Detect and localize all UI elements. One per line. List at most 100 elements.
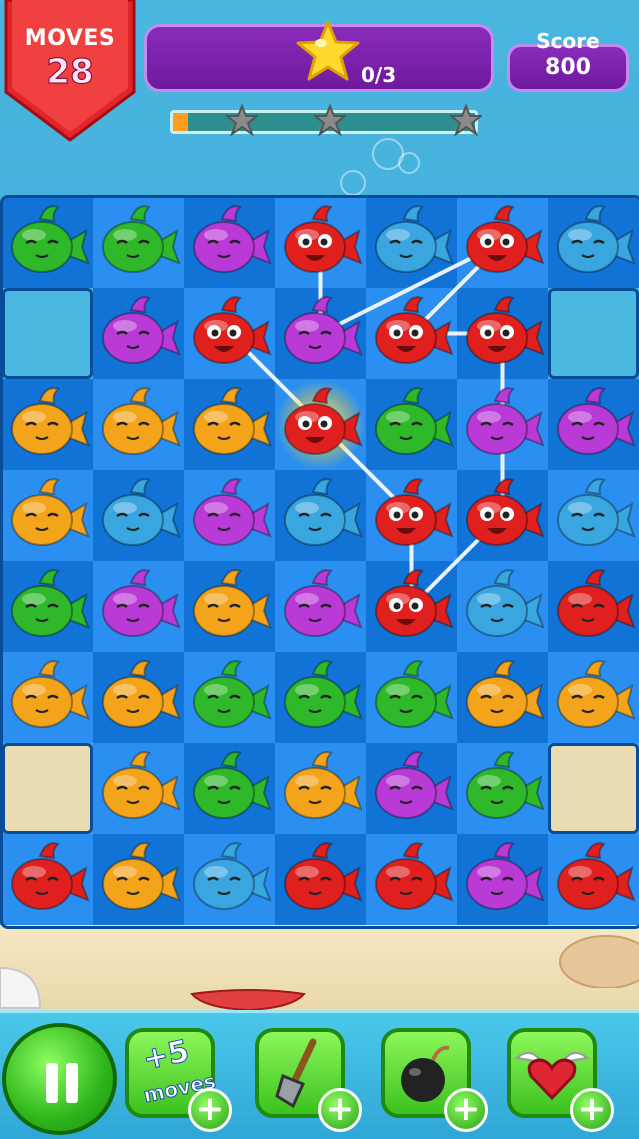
purple-fish-piece[interactable] [457,834,548,925]
score-label: Score [536,29,600,53]
game-board [0,195,639,929]
orange-fish-icon [11,478,90,546]
orange-fish-piece[interactable] [184,379,275,470]
moves-label: MOVES [24,26,116,51]
orange-fish-piece[interactable] [275,743,366,834]
blue-fish-icon [284,478,363,546]
green-fish-piece[interactable] [184,652,275,743]
red-fish-icon [284,387,363,455]
moves-counter: MOVES 28 [4,0,136,142]
red-fish-piece[interactable] [366,288,457,379]
blue-fish-piece[interactable] [275,470,366,561]
orange-fish-piece[interactable] [2,470,93,561]
blue-fish-piece[interactable] [93,470,184,561]
purple-fish-icon [466,387,545,455]
red-fish-piece[interactable] [184,288,275,379]
red-fish-piece[interactable] [548,561,639,652]
purple-fish-icon [284,569,363,637]
goal-count: 0/3 [361,63,397,87]
purple-fish-piece[interactable] [184,470,275,561]
red-fish-piece[interactable] [275,379,366,470]
orange-fish-piece[interactable] [93,743,184,834]
green-fish-icon [375,387,454,455]
progress-fill [173,113,189,131]
red-fish-icon [11,842,90,910]
red-fish-piece[interactable] [457,197,548,288]
red-fish-piece[interactable] [2,834,93,925]
green-fish-piece[interactable] [366,652,457,743]
blue-fish-icon [557,205,636,273]
red-fish-piece[interactable] [548,834,639,925]
green-fish-piece[interactable] [2,197,93,288]
orange-fish-piece[interactable] [548,652,639,743]
purple-fish-piece[interactable] [366,743,457,834]
red-fish-piece[interactable] [275,834,366,925]
red-fish-piece[interactable] [457,470,548,561]
purple-fish-piece[interactable] [184,197,275,288]
green-fish-icon [466,751,545,819]
blue-fish-icon [557,478,636,546]
add-heart-plus-icon[interactable]: + [570,1088,614,1132]
blue-fish-piece[interactable] [548,470,639,561]
progress-star-icon [314,104,346,136]
blue-fish-icon [375,205,454,273]
orange-fish-piece[interactable] [93,652,184,743]
red-fish-icon [466,296,545,364]
add-moves-plus-icon[interactable]: + [188,1088,232,1132]
goal-panel: 0/3 [144,20,494,92]
green-fish-piece[interactable] [366,379,457,470]
add-shovel-plus-icon[interactable]: + [318,1088,362,1132]
red-fish-piece[interactable] [275,197,366,288]
blue-fish-piece[interactable] [184,834,275,925]
pause-icon [66,1063,78,1103]
red-fish-icon [193,296,272,364]
orange-fish-piece[interactable] [184,561,275,652]
purple-fish-piece[interactable] [93,561,184,652]
green-fish-icon [375,660,454,728]
green-fish-icon [11,205,90,273]
blue-fish-icon [193,842,272,910]
green-fish-piece[interactable] [457,743,548,834]
purple-fish-icon [557,387,636,455]
purple-fish-icon [102,569,181,637]
orange-fish-piece[interactable] [2,652,93,743]
green-fish-piece[interactable] [275,652,366,743]
red-fish-piece[interactable] [366,561,457,652]
orange-fish-piece[interactable] [93,834,184,925]
purple-fish-icon [466,842,545,910]
red-fish-icon [375,569,454,637]
purple-fish-piece[interactable] [275,561,366,652]
blue-fish-piece[interactable] [457,561,548,652]
orange-fish-piece[interactable] [93,379,184,470]
orange-fish-piece[interactable] [457,652,548,743]
orange-fish-icon [102,660,181,728]
red-fish-piece[interactable] [366,834,457,925]
orange-fish-icon [193,387,272,455]
green-fish-piece[interactable] [2,561,93,652]
purple-fish-icon [193,478,272,546]
orange-fish-icon [193,569,272,637]
progress-star-icon [226,104,258,136]
blue-fish-piece[interactable] [366,197,457,288]
purple-fish-piece[interactable] [548,379,639,470]
orange-fish-piece[interactable] [2,379,93,470]
blue-fish-icon [102,478,181,546]
purple-fish-piece[interactable] [93,288,184,379]
purple-fish-piece[interactable] [457,379,548,470]
blue-fish-icon [466,569,545,637]
moves-value: 28 [46,52,94,93]
purple-fish-icon [193,205,272,273]
green-fish-piece[interactable] [184,743,275,834]
red-fish-piece[interactable] [457,288,548,379]
purple-fish-piece[interactable] [275,288,366,379]
pause-button[interactable] [2,1023,117,1135]
blue-fish-piece[interactable] [548,197,639,288]
green-fish-icon [193,751,272,819]
pause-icon [46,1063,58,1103]
red-fish-icon [375,842,454,910]
add-bomb-plus-icon[interactable]: + [444,1088,488,1132]
green-fish-piece[interactable] [93,197,184,288]
red-fish-piece[interactable] [366,470,457,561]
progress-star-icon [450,104,482,136]
orange-fish-icon [466,660,545,728]
